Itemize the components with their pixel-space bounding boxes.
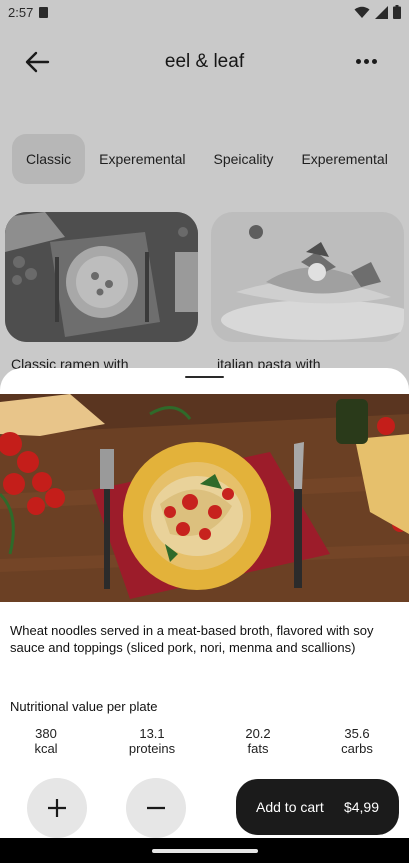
plus-icon	[48, 799, 66, 817]
page-title: eel & leaf	[164, 51, 245, 72]
add-to-cart-label: Add to cart	[256, 799, 324, 815]
dish-card-image-ramen[interactable]	[5, 212, 198, 342]
increase-quantity-button[interactable]	[27, 778, 87, 838]
wifi-icon	[354, 6, 370, 18]
status-bar: 2:57	[0, 0, 409, 24]
nutrition-fats: 20.2 fats	[228, 726, 288, 756]
nutrition-unit: carbs	[341, 741, 373, 756]
dish-hero-image	[0, 394, 409, 602]
tab-speicality[interactable]: Speicality	[200, 134, 288, 184]
minus-icon	[147, 806, 165, 810]
nutrition-unit: fats	[247, 741, 269, 756]
nutrition-title: Nutritional value per plate	[10, 699, 158, 714]
decrease-quantity-button[interactable]	[126, 778, 186, 838]
dish-description: Wheat noodles served in a meat-based bro…	[10, 623, 374, 655]
app-bar: eel & leaf	[0, 38, 409, 86]
nutrition-proteins: 13.1 proteins	[122, 726, 182, 756]
tab-classic[interactable]: Classic	[12, 134, 86, 184]
status-time: 2:57	[8, 4, 34, 20]
system-nav-bar	[0, 838, 409, 863]
signal-icon	[375, 5, 388, 19]
nutrition-kcal: 380 kcal	[16, 726, 76, 756]
add-to-cart-button[interactable]: Add to cart $4,99	[236, 779, 399, 835]
price-label: $4,99	[343, 799, 379, 815]
sheet-drag-handle[interactable]	[185, 376, 224, 378]
home-gesture-handle[interactable]	[152, 849, 258, 853]
nutrition-value: 380	[35, 726, 57, 741]
tab-experemental-2[interactable]: Experemental	[287, 134, 401, 184]
nutrition-value: 13.1	[139, 726, 165, 741]
nutrition-carbs: 35.6 carbs	[327, 726, 387, 756]
more-options-icon[interactable]	[356, 59, 377, 64]
nutrition-value: 35.6	[344, 726, 370, 741]
nutrition-unit: proteins	[128, 741, 176, 756]
category-tabs: Classic Experemental Speicality Expereme…	[12, 134, 402, 184]
battery-icon	[393, 5, 401, 19]
dish-detail-sheet: Wheat noodles served in a meat-based bro…	[0, 368, 409, 838]
nutrition-value: 20.2	[245, 726, 271, 741]
nutrition-unit: kcal	[34, 741, 58, 756]
sd-card-icon	[39, 6, 49, 18]
dish-card-image-pasta[interactable]	[211, 212, 404, 342]
tab-experemental[interactable]: Experemental	[85, 134, 199, 184]
